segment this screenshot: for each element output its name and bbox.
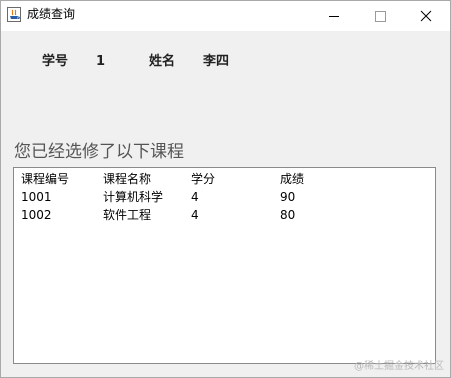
cell-score: 80 [280,208,296,222]
minimize-button[interactable] [311,1,357,31]
app-window: 成绩查询 学号 1 姓名 李四 您已经选修了以下课程 课程编号 课程名称 学分 … [0,0,451,378]
courses-heading: 您已经选修了以下课程 [14,142,184,162]
column-header-credits[interactable]: 学分 [191,170,215,188]
student-name-value: 李四 [203,54,230,69]
cell-course-id: 1001 [21,190,52,204]
java-app-icon [7,7,21,22]
table-row[interactable]: 1001 计算机科学 4 90 [14,188,435,206]
column-header-course-id[interactable]: 课程编号 [21,170,69,188]
cell-credits: 4 [191,208,199,222]
table-row[interactable]: 1002 软件工程 4 80 [14,206,435,224]
courses-table[interactable]: 课程编号 课程名称 学分 成绩 1001 计算机科学 4 90 1002 软件工… [13,167,436,364]
student-id-value: 1 [96,54,106,69]
student-id-label: 学号 [42,54,69,69]
window-title: 成绩查询 [27,7,76,21]
minimize-icon [329,16,339,17]
cell-course-id: 1002 [21,208,52,222]
cell-course-name: 软件工程 [103,208,152,222]
close-button[interactable] [403,1,449,31]
student-name-label: 姓名 [149,54,176,69]
cell-score: 90 [280,190,296,204]
title-bar[interactable]: 成绩查询 [1,1,450,31]
watermark-text: @稀土掘金技术社区 [354,361,444,372]
maximize-button[interactable] [357,1,403,31]
column-header-course-name[interactable]: 课程名称 [103,170,151,188]
table-header-row: 课程编号 课程名称 学分 成绩 [14,170,435,188]
cell-credits: 4 [191,190,199,204]
close-icon [420,10,432,22]
cell-course-name: 计算机科学 [103,190,164,204]
column-header-score[interactable]: 成绩 [280,170,304,188]
maximize-icon [375,11,386,22]
